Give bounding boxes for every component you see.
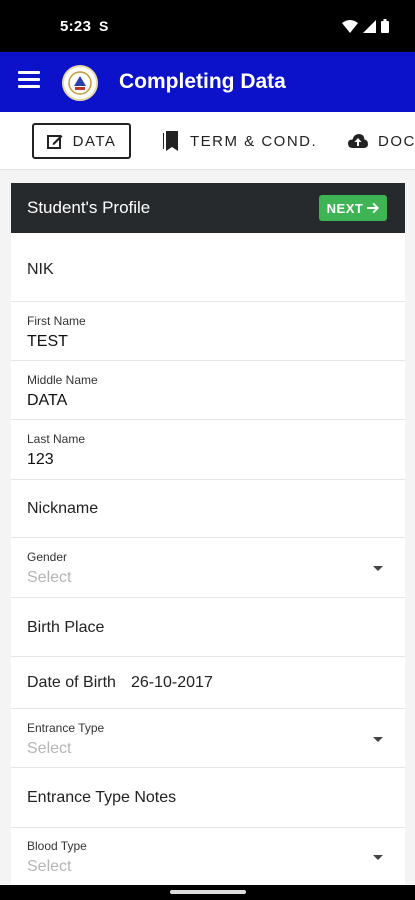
tab-term-label: TERM & COND. [190, 132, 318, 150]
form-content[interactable]: Student's Profile NEXT NIK First Name TE… [0, 170, 415, 885]
tab-docs-label: DOCU [378, 132, 415, 150]
notification-icon: S [99, 18, 109, 34]
gender-placeholder: Select [27, 569, 72, 586]
home-indicator[interactable] [170, 890, 246, 894]
last-name-field[interactable]: Last Name 123 [11, 420, 405, 480]
middle-name-field[interactable]: Middle Name DATA [11, 361, 405, 420]
student-profile-form: Student's Profile NEXT NIK First Name TE… [11, 183, 405, 885]
nickname-field[interactable]: Nickname [11, 480, 405, 538]
date-of-birth-field[interactable]: Date of Birth 26-10-2017 [11, 657, 405, 709]
bookmark-icon [163, 131, 180, 151]
nik-label: NIK [27, 261, 54, 278]
page-title: Completing Data [119, 70, 286, 93]
signal-icon [363, 19, 376, 33]
status-icons [342, 19, 389, 33]
middle-name-value: DATA [27, 392, 68, 409]
gender-select[interactable]: Gender Select [11, 538, 405, 598]
entrance-type-notes-field[interactable]: Entrance Type Notes [11, 768, 405, 828]
entrance-type-label: Entrance Type [27, 721, 105, 735]
entrance-type-placeholder: Select [27, 740, 72, 757]
tab-term-and-conditions[interactable]: TERM & COND. [163, 123, 317, 159]
tab-bar: DATA TERM & COND. DOCU [0, 112, 415, 170]
date-of-birth-value: 26-10-2017 [131, 674, 213, 691]
nickname-label: Nickname [27, 500, 99, 517]
nik-field[interactable]: NIK [11, 233, 405, 302]
blood-type-placeholder: Select [27, 858, 72, 875]
entrance-type-notes-label: Entrance Type Notes [27, 789, 177, 806]
next-button[interactable]: NEXT [319, 195, 387, 221]
middle-name-label: Middle Name [27, 373, 98, 387]
birth-place-label: Birth Place [27, 619, 105, 636]
status-bar: 5:23 S [0, 0, 415, 52]
cloud-upload-icon [348, 134, 368, 148]
first-name-value: TEST [27, 333, 68, 350]
wifi-icon [342, 19, 358, 33]
panel-title: Student's Profile [27, 198, 151, 217]
gender-label: Gender [27, 550, 68, 564]
school-logo [62, 65, 98, 101]
birth-place-field[interactable]: Birth Place [11, 598, 405, 657]
battery-icon [381, 19, 389, 33]
tab-data[interactable]: DATA [32, 123, 131, 159]
edit-icon [46, 133, 63, 149]
app-bar: Completing Data [0, 52, 415, 112]
arrow-right-icon [367, 202, 380, 214]
tab-documents[interactable]: DOCU [348, 123, 415, 159]
chevron-down-icon [373, 737, 383, 742]
next-button-label: NEXT [326, 200, 364, 216]
panel-header: Student's Profile NEXT [11, 183, 405, 233]
last-name-label: Last Name [27, 432, 86, 446]
chevron-down-icon [373, 855, 383, 860]
entrance-type-select[interactable]: Entrance Type Select [11, 709, 405, 768]
blood-type-select[interactable]: Blood Type Select [11, 828, 405, 885]
chevron-down-icon [373, 566, 383, 571]
first-name-field[interactable]: First Name TEST [11, 302, 405, 361]
system-nav-bar [0, 885, 415, 900]
date-of-birth-label: Date of Birth [27, 674, 116, 691]
first-name-label: First Name [27, 314, 86, 328]
blood-type-label: Blood Type [27, 839, 87, 853]
status-time: 5:23 [60, 18, 92, 35]
last-name-value: 123 [27, 451, 54, 468]
tab-data-label: DATA [72, 132, 117, 150]
menu-icon[interactable] [18, 71, 40, 93]
